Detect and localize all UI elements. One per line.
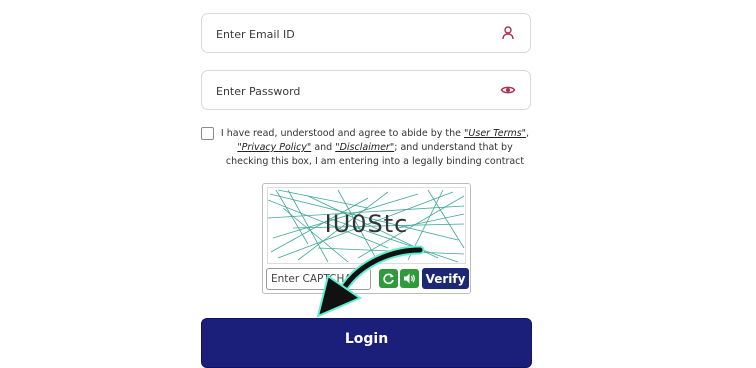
terms-agreement: I have read, understood and agree to abi… xyxy=(201,127,531,173)
terms-and: and xyxy=(311,142,336,153)
captcha-input[interactable] xyxy=(266,268,371,290)
terms-checkbox[interactable] xyxy=(201,127,214,140)
password-field[interactable] xyxy=(201,70,531,111)
captcha-code: IU0Stc xyxy=(324,210,409,238)
captcha-panel: IU0Stc Verify xyxy=(262,183,471,294)
user-icon xyxy=(500,25,516,41)
disclaimer-link[interactable]: "Disclaimer" xyxy=(335,142,394,153)
captcha-image: IU0Stc xyxy=(267,187,466,264)
captcha-audio-button[interactable] xyxy=(400,269,419,288)
email-input[interactable] xyxy=(214,14,488,54)
terms-text: I have read, understood and agree to abi… xyxy=(219,127,531,169)
terms-text-part: I have read, understood and agree to abi… xyxy=(220,128,465,139)
terms-comma: , xyxy=(526,128,530,139)
user-terms-link[interactable]: "User Terms" xyxy=(464,128,526,139)
captcha-refresh-button[interactable] xyxy=(379,269,398,288)
email-field[interactable] xyxy=(201,13,531,54)
verify-button[interactable]: Verify xyxy=(422,268,469,289)
privacy-policy-link[interactable]: "Privacy Policy" xyxy=(237,142,311,153)
speaker-icon xyxy=(404,273,415,284)
login-button[interactable]: Login xyxy=(201,318,532,368)
refresh-icon xyxy=(383,273,394,285)
eye-icon[interactable] xyxy=(500,82,516,98)
password-input[interactable] xyxy=(214,71,488,111)
